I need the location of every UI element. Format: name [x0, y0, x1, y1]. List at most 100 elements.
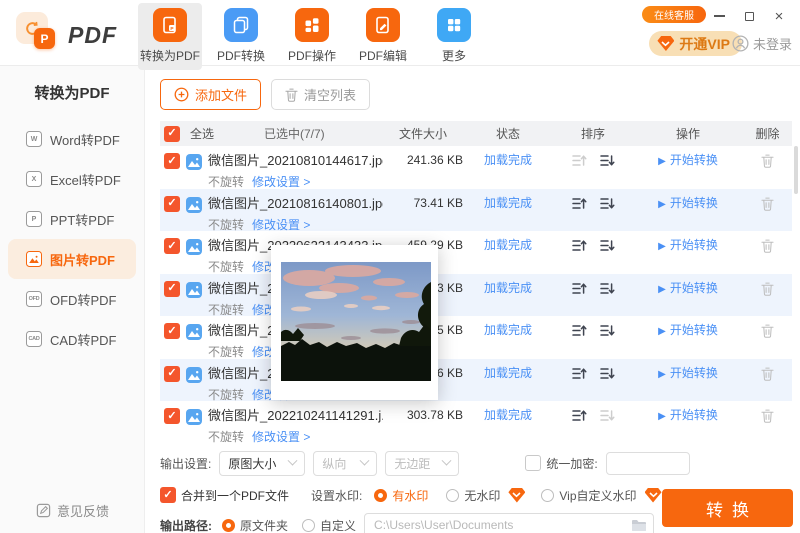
original-folder-label: 原文件夹 — [240, 517, 288, 533]
feedback-button[interactable]: 意见反馈 — [36, 501, 109, 520]
sort-down-icon[interactable] — [600, 239, 615, 252]
sort-up-icon[interactable] — [572, 282, 587, 295]
scrollbar-thumb[interactable] — [794, 146, 798, 194]
modify-settings-link[interactable]: 修改设置 > — [252, 430, 310, 444]
sort-up-icon[interactable] — [572, 324, 587, 337]
vip-gem-icon — [657, 36, 674, 51]
sort-down-icon[interactable] — [600, 154, 615, 167]
sort-down-icon[interactable] — [600, 197, 615, 210]
sidebar-item-ppt-to-pdf[interactable]: P PPT转PDF — [8, 199, 136, 239]
sort-up-icon[interactable] — [572, 409, 587, 422]
encrypt-label: 统一加密: — [546, 455, 597, 472]
row-checkbox[interactable]: ✓ — [164, 408, 180, 424]
app-logo: P PDF — [14, 10, 134, 56]
watermark-custom-radio[interactable] — [541, 489, 554, 502]
chevron-down-icon — [288, 455, 298, 465]
encrypt-checkbox[interactable] — [525, 455, 541, 471]
sort-up-icon[interactable] — [572, 197, 587, 210]
start-convert-button[interactable]: ▶开始转换 — [633, 408, 743, 424]
select-all-checkbox[interactable]: ✓ — [164, 126, 180, 142]
jpg-file-icon — [186, 409, 202, 425]
sidebar-item-excel-to-pdf[interactable]: X Excel转PDF — [8, 159, 136, 199]
ppt-file-icon: P — [26, 211, 42, 227]
delete-row-icon[interactable] — [743, 238, 792, 256]
sidebar-item-label: Excel转PDF — [50, 170, 121, 189]
custom-path-radio[interactable] — [302, 519, 315, 532]
online-service-badge[interactable]: 在线客服 — [642, 6, 706, 23]
delete-row-icon[interactable] — [743, 366, 792, 384]
original-folder-radio[interactable] — [222, 519, 235, 532]
start-convert-button[interactable]: ▶开始转换 — [633, 238, 743, 254]
row-checkbox[interactable]: ✓ — [164, 281, 180, 297]
file-status: 加载完成 — [463, 281, 553, 296]
delete-row-icon[interactable] — [743, 153, 792, 171]
tab-convert-to-pdf[interactable]: P 转换为PDF — [138, 3, 202, 70]
modify-settings-link[interactable]: 修改设置 > — [252, 218, 310, 232]
tab-label: PDF编辑 — [359, 47, 407, 64]
tab-pdf-convert[interactable]: PDF转换 — [209, 3, 273, 70]
sidebar-item-word-to-pdf[interactable]: W Word转PDF — [8, 119, 136, 159]
tab-pdf-operations[interactable]: PDF操作 — [280, 3, 344, 70]
tab-pdf-edit[interactable]: PDF编辑 — [351, 3, 415, 70]
row-checkbox[interactable]: ✓ — [164, 196, 180, 212]
row-checkbox[interactable]: ✓ — [164, 153, 180, 169]
sort-down-icon[interactable] — [600, 282, 615, 295]
sort-down-icon[interactable] — [600, 324, 615, 337]
vip-label: 开通VIP — [679, 34, 730, 54]
start-convert-button[interactable]: ▶开始转换 — [633, 323, 743, 339]
start-convert-button[interactable]: ▶开始转换 — [633, 366, 743, 382]
sort-down-icon[interactable] — [600, 367, 615, 380]
watermark-on-label: 有水印 — [392, 487, 428, 504]
maximize-icon[interactable] — [736, 6, 762, 26]
delete-row-icon[interactable] — [743, 196, 792, 214]
modify-settings-link[interactable]: 修改设置 > — [252, 175, 310, 189]
sidebar-item-label: 图片转PDF — [50, 250, 115, 269]
output-path-input[interactable] — [364, 513, 654, 533]
rotate-label: 不旋转 — [208, 388, 244, 402]
orientation-select[interactable]: 纵向 — [313, 451, 377, 476]
sidebar-item-cad-to-pdf[interactable]: CAD CAD转PDF — [8, 319, 136, 359]
ofd-file-icon: OFD — [26, 291, 42, 307]
row-checkbox[interactable]: ✓ — [164, 238, 180, 254]
login-button[interactable]: 未登录 — [732, 34, 792, 53]
sort-down-icon[interactable] — [600, 409, 615, 422]
output-settings-label: 输出设置: — [160, 455, 211, 472]
sidebar-item-ofd-to-pdf[interactable]: OFD OFD转PDF — [8, 279, 136, 319]
file-status: 加载完成 — [463, 366, 553, 381]
size-select[interactable]: 原图大小 — [219, 451, 305, 476]
pdf-operations-icon — [295, 8, 329, 42]
open-vip-button[interactable]: 开通VIP — [649, 31, 742, 56]
col-action: 操作 — [633, 125, 743, 142]
start-convert-button[interactable]: ▶开始转换 — [633, 153, 743, 169]
start-convert-button[interactable]: ▶开始转换 — [633, 281, 743, 297]
sort-up-icon[interactable] — [572, 239, 587, 252]
merge-checkbox[interactable]: ✓ — [160, 487, 176, 503]
watermark-off-radio[interactable] — [446, 489, 459, 502]
margin-select[interactable]: 无边距 — [385, 451, 459, 476]
sidebar-item-image-to-pdf[interactable]: 图片转PDF — [8, 239, 136, 279]
start-convert-button[interactable]: ▶开始转换 — [633, 196, 743, 212]
row-checkbox[interactable]: ✓ — [164, 366, 180, 382]
select-all-label: 全选 — [186, 125, 240, 142]
clear-list-button[interactable]: 清空列表 — [271, 79, 370, 110]
jpg-file-icon — [186, 197, 202, 213]
add-file-button[interactable]: 添加文件 — [160, 79, 261, 110]
app-window: P PDF P 转换为PDF PDF转换 PDF操作 — [0, 0, 800, 533]
file-size: 241.36 KB — [383, 153, 463, 168]
row-checkbox[interactable]: ✓ — [164, 323, 180, 339]
watermark-on-radio[interactable] — [374, 489, 387, 502]
minimize-icon[interactable] — [706, 6, 732, 26]
start-convert-label: 开始转换 — [670, 238, 718, 252]
delete-row-icon[interactable] — [743, 408, 792, 426]
convert-button[interactable]: 转换 — [662, 489, 793, 527]
browse-folder-icon[interactable] — [631, 519, 647, 533]
table-header: ✓ 全选 已选中(7/7) 文件大小 状态 排序 操作 删除 — [160, 121, 792, 146]
selected-count: 已选中(7/7) — [240, 125, 383, 142]
encrypt-password-input[interactable] — [606, 452, 690, 475]
tab-more[interactable]: 更多 — [422, 3, 486, 70]
close-icon[interactable]: × — [766, 6, 792, 26]
sort-up-icon[interactable] — [572, 367, 587, 380]
sort-up-icon[interactable] — [572, 154, 587, 167]
delete-row-icon[interactable] — [743, 323, 792, 341]
delete-row-icon[interactable] — [743, 281, 792, 299]
